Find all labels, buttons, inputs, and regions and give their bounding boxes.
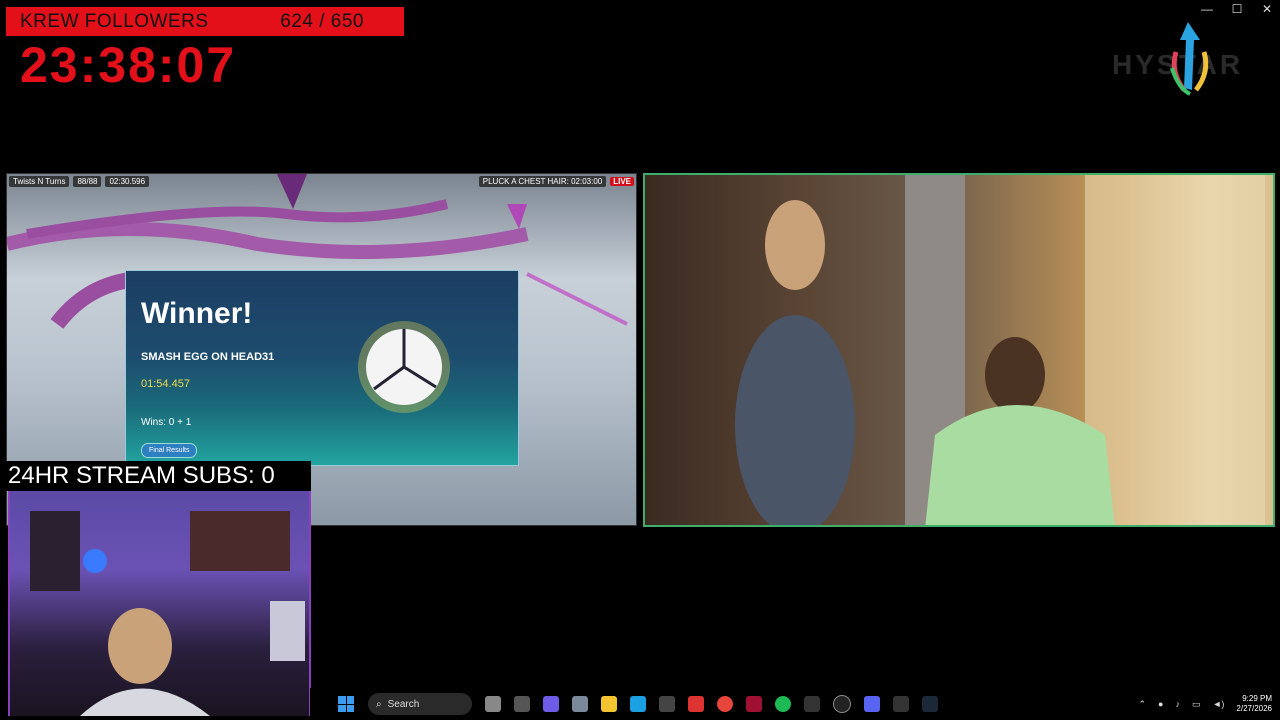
- hud-time: 02:30.596: [105, 176, 150, 187]
- clock-date: 2/27/2026: [1236, 704, 1272, 713]
- system-tray: ⌃ ● ♪ ▭ ◄) 9:29 PM 2/27/2026: [1139, 688, 1273, 720]
- maximize-button[interactable]: ☐: [1230, 2, 1244, 16]
- spotify-icon[interactable]: [775, 696, 791, 712]
- snip-icon[interactable]: [688, 696, 704, 712]
- task-view-icon[interactable]: [514, 696, 530, 712]
- followers-count: 624 / 650: [280, 10, 364, 32]
- start-button[interactable]: [338, 696, 354, 712]
- guest-camera-scene: [735, 175, 1265, 525]
- minimize-button[interactable]: —: [1200, 2, 1214, 16]
- obs-icon[interactable]: [833, 695, 851, 713]
- clock[interactable]: 9:29 PM 2/27/2026: [1236, 694, 1272, 714]
- steam-icon[interactable]: [922, 696, 938, 712]
- subs-counter: 24HR STREAM SUBS: 0: [5, 461, 311, 491]
- game-hud-right: PLUCK A CHEST HAIR: 02:03:00 LIVE: [478, 175, 634, 188]
- volume-icon[interactable]: ◄): [1213, 699, 1225, 709]
- streamer-webcam-scene: [30, 511, 305, 716]
- app2-icon[interactable]: [893, 696, 909, 712]
- egg-ball-icon: [358, 321, 450, 413]
- search-box[interactable]: ⌕ Search: [368, 693, 472, 715]
- channel-logo: HYSTAR: [1112, 22, 1240, 96]
- live-badge: LIVE: [610, 177, 634, 186]
- guest-camera: [643, 173, 1275, 527]
- search-icon: ⌕: [376, 698, 382, 710]
- followers-label: KREW FOLLOWERS: [20, 10, 209, 32]
- chevron-up-icon[interactable]: ⌃: [1139, 699, 1147, 710]
- gamepad-icon[interactable]: [804, 696, 820, 712]
- widgets-icon[interactable]: [485, 696, 501, 712]
- game-hud-left: Twists N Turns 88/88 02:30.596: [9, 175, 150, 188]
- chest-hair-label: PLUCK A CHEST HAIR: 02:03:00: [478, 176, 607, 187]
- winner-panel: Winner! SMASH EGG ON HEAD31 01:54.457 Wi…: [125, 270, 519, 466]
- countdown-timer: 23:38:07: [20, 37, 237, 93]
- winner-title: Winner!: [141, 297, 253, 330]
- settings-icon[interactable]: [572, 696, 588, 712]
- copilot-icon[interactable]: [543, 696, 559, 712]
- clock-time: 9:29 PM: [1242, 694, 1272, 703]
- file-explorer-icon[interactable]: [601, 696, 617, 712]
- store-icon[interactable]: [659, 696, 675, 712]
- followers-bar: KREW FOLLOWERS 624 / 650: [6, 7, 404, 36]
- wins-count: Wins: 0 + 1: [141, 417, 192, 428]
- monitor-icon[interactable]: ▭: [1192, 699, 1201, 710]
- microphone-icon[interactable]: ♪: [1175, 699, 1180, 709]
- chrome-icon[interactable]: [717, 696, 733, 712]
- search-label: Search: [387, 698, 420, 710]
- window-controls: — ☐ ✕: [1200, 2, 1274, 16]
- winner-time: 01:54.457: [141, 378, 190, 390]
- vpn-icon[interactable]: ●: [1158, 699, 1163, 709]
- hud-title: Twists N Turns: [9, 176, 70, 187]
- discord-icon[interactable]: [864, 696, 880, 712]
- taskbar: ⌕ Search ⌃ ● ♪ ▭ ◄) 9:29 PM 2/27/2026: [310, 688, 1280, 720]
- final-results-button[interactable]: Final Results: [141, 443, 198, 458]
- edge-icon[interactable]: [630, 696, 646, 712]
- streamer-webcam: [8, 491, 311, 716]
- close-button[interactable]: ✕: [1260, 2, 1274, 16]
- app-icon[interactable]: [746, 696, 762, 712]
- hud-players: 88/88: [73, 176, 102, 187]
- winner-name: SMASH EGG ON HEAD31: [141, 351, 275, 363]
